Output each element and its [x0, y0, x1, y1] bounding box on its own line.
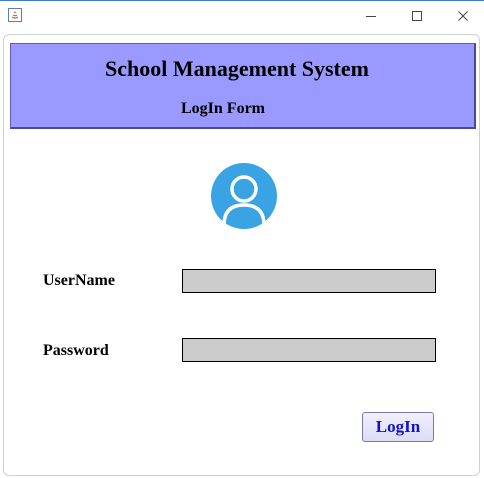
close-icon [458, 11, 468, 21]
app-title: School Management System [105, 56, 369, 81]
password-input[interactable] [182, 338, 436, 362]
username-input[interactable] [182, 269, 436, 293]
maximize-button[interactable] [394, 1, 440, 31]
close-button[interactable] [440, 1, 484, 31]
username-label: UserName [43, 272, 115, 289]
minimize-button[interactable] [348, 1, 394, 31]
maximize-icon [412, 11, 422, 21]
java-app-icon [8, 8, 22, 22]
header-panel: School Management System LogIn Form [10, 43, 476, 129]
password-label: Password [43, 342, 109, 359]
form-subtitle: LogIn Form [181, 100, 265, 117]
login-button-label: LogIn [375, 417, 421, 436]
minimize-icon [366, 16, 376, 17]
user-avatar-icon [211, 163, 277, 229]
title-bar [0, 1, 484, 31]
login-window: School Management System LogIn Form User… [0, 0, 484, 478]
login-button[interactable]: LogIn [362, 412, 434, 442]
